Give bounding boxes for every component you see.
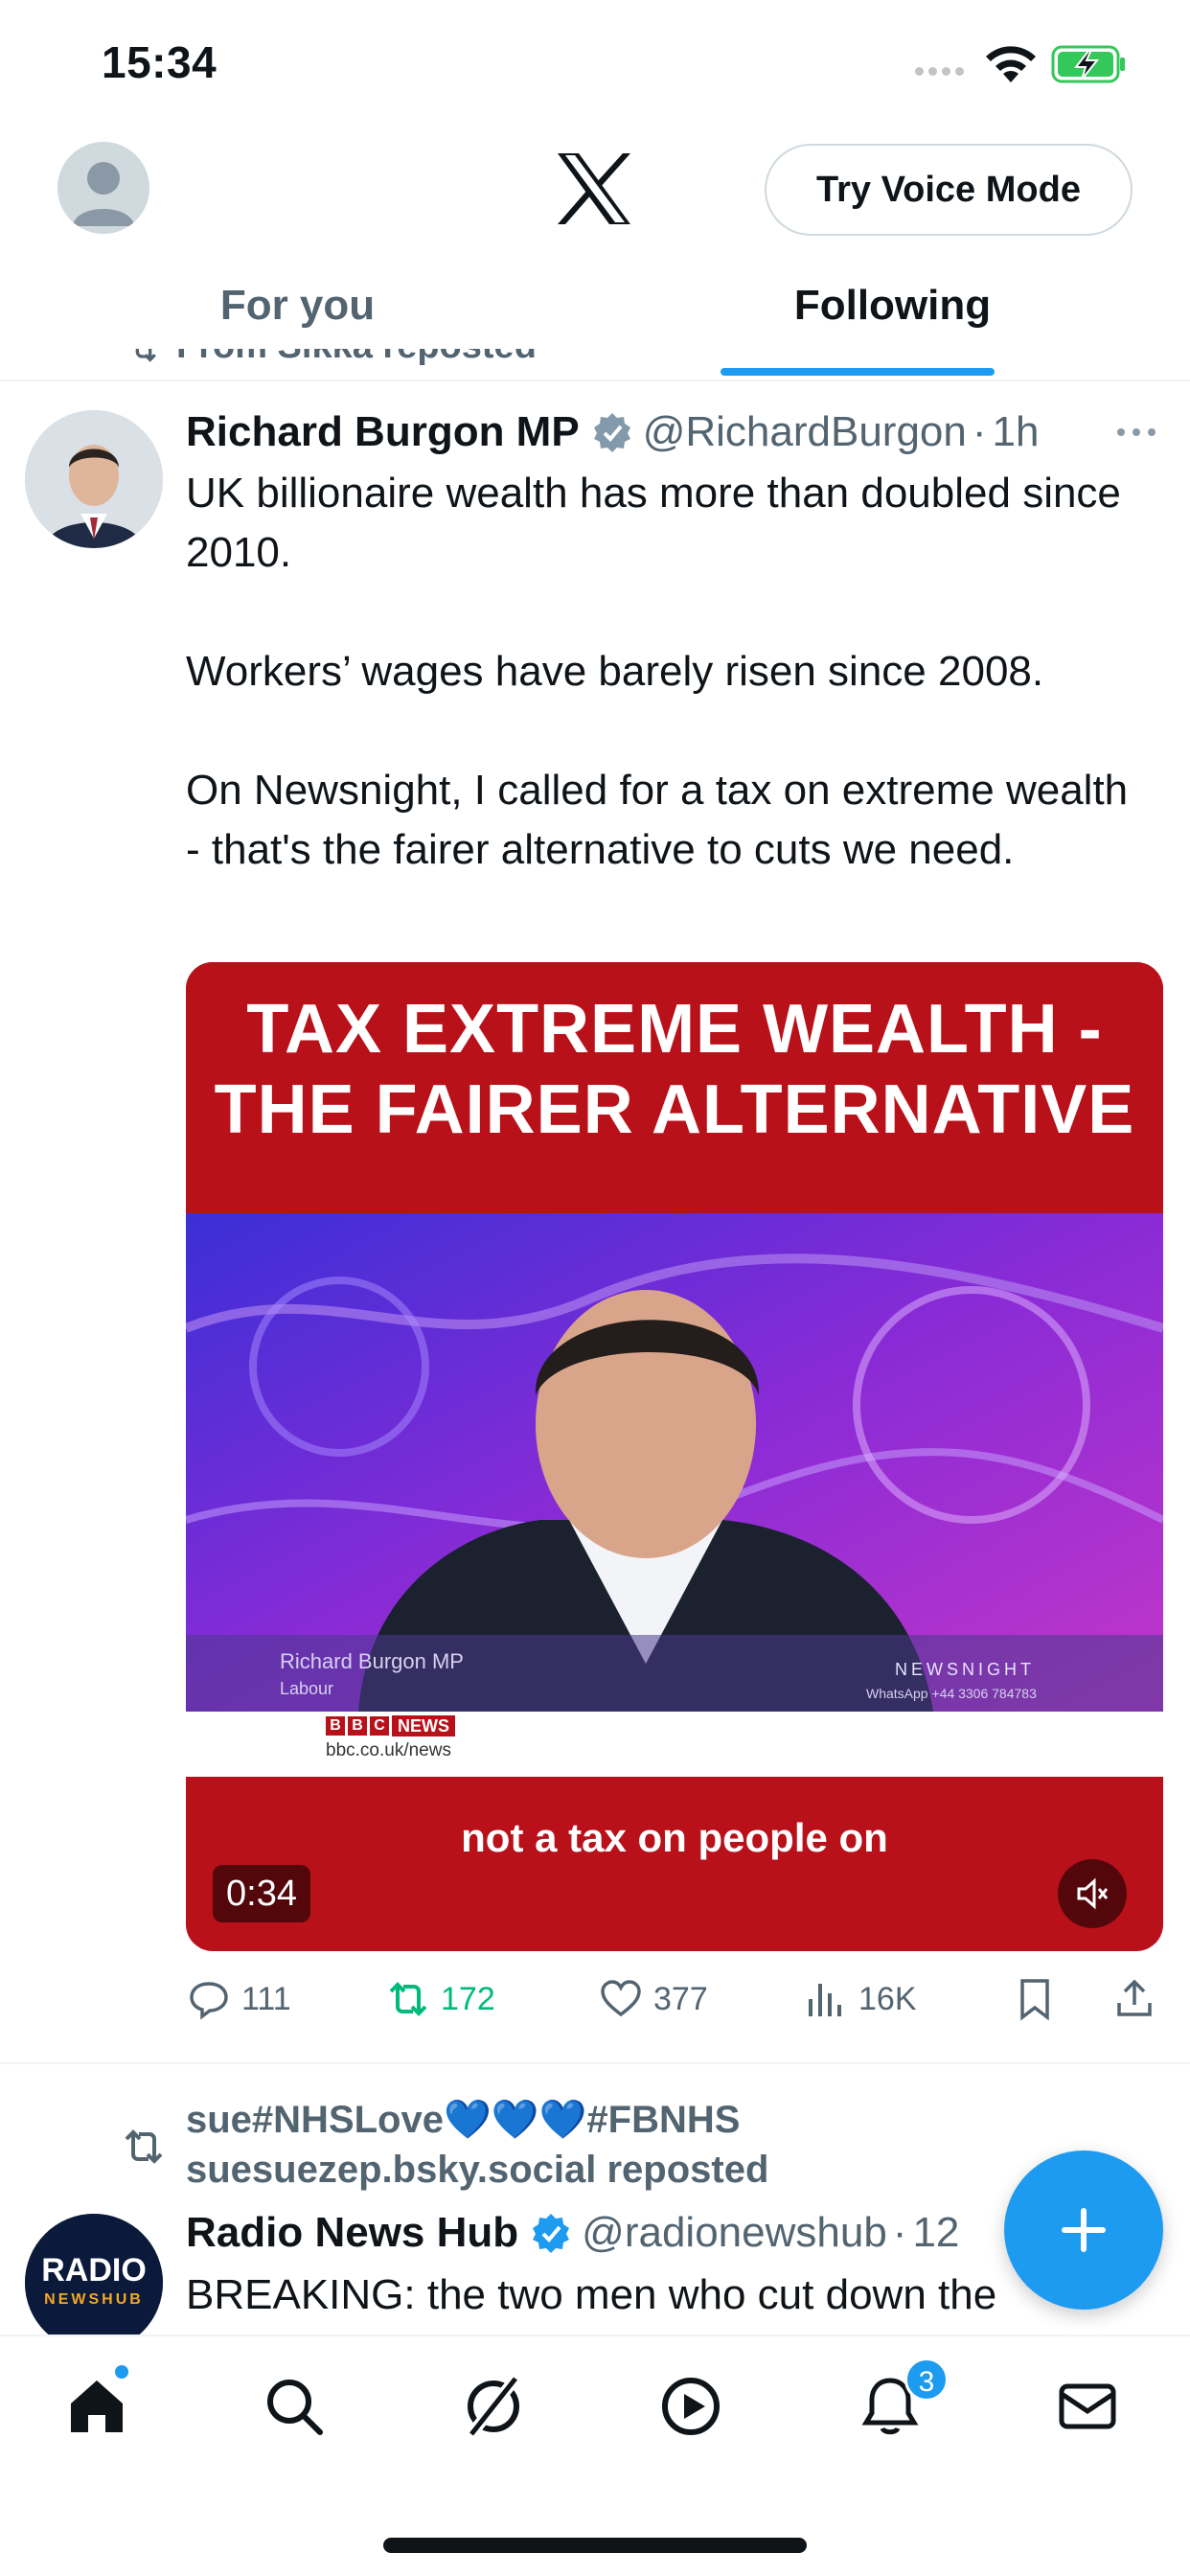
home-new-posts-dot	[113, 2363, 130, 2380]
repost-button[interactable]: 172	[385, 1970, 495, 2028]
repost-icon	[135, 349, 156, 362]
nav-search[interactable]	[261, 2373, 337, 2450]
notifications-badge: 3	[904, 2358, 949, 2402]
share-icon	[1117, 1979, 1152, 2016]
cellular-signal-icon	[915, 67, 964, 76]
plus-icon	[1062, 2208, 1106, 2252]
author-avatar[interactable]	[25, 410, 163, 548]
tweet-divider	[0, 2062, 1190, 2064]
views-chart-icon	[809, 1984, 841, 2016]
video-subtitle: not a tax on people on	[461, 1815, 888, 1860]
verified-badge-icon	[533, 2214, 570, 2253]
try-voice-mode-button[interactable]: Try Voice Mode	[765, 144, 1133, 236]
battery-charging-icon	[1051, 45, 1125, 83]
speaker-muted-icon	[1077, 1877, 1109, 1910]
tab-following-label: Following	[793, 282, 992, 329]
tweet-paragraph: On Newsnight, I called for a tax on extr…	[186, 767, 1129, 873]
author-name[interactable]: Radio News Hub	[186, 2209, 518, 2257]
tweet-header: Radio News Hub @radionewshub · 12	[186, 2206, 959, 2260]
bbc-news-strip: BBC NEWS bbc.co.uk/news	[186, 1712, 1163, 1777]
bookmark-button[interactable]	[1012, 1970, 1058, 2028]
reposter-name-tail: #FBNHS	[586, 2099, 741, 2141]
clipped-repost-context: From Sikka reposted	[125, 349, 537, 383]
tweet-paragraph: Workers’ wages have barely risen since 2…	[186, 648, 1044, 695]
tweet-paragraph: UK billionaire wealth has more than doub…	[186, 470, 1121, 576]
bookmark-icon	[1020, 1979, 1049, 2021]
profile-avatar[interactable]	[57, 142, 149, 234]
reposter-name-line: sue#NHSLove💙💙💙#FBNHS	[186, 2095, 768, 2145]
lower-third-party: Labour	[280, 1679, 333, 1698]
more-options-icon[interactable]	[1113, 418, 1159, 447]
mail-icon	[1059, 2383, 1116, 2429]
meta-separator: ·	[892, 2209, 907, 2256]
video-headline-line: TAX EXTREME WEALTH -	[246, 991, 1103, 1068]
avatar-text-bottom: NEWSHUB	[44, 2291, 144, 2308]
status-time: 15:34	[102, 37, 217, 87]
default-avatar-icon	[73, 162, 134, 226]
play-circle-icon	[662, 2378, 720, 2435]
bbc-logo: BBC NEWS	[326, 1715, 455, 1736]
tweet-header: Richard Burgon MP @RichardBurgon · 1h	[186, 406, 1039, 458]
reply-icon	[190, 1982, 228, 2020]
search-icon	[267, 2380, 323, 2435]
compose-button[interactable]	[1004, 2150, 1163, 2310]
view-count: 16K	[858, 1980, 917, 2017]
verified-badge-icon	[593, 413, 630, 452]
active-tab-indicator	[721, 368, 995, 376]
clipped-repost-text: From Sikka reposted	[176, 349, 537, 367]
nav-messages[interactable]	[1054, 2373, 1131, 2450]
author-photo	[25, 410, 163, 548]
video-duration: 0:34	[213, 1865, 310, 1922]
heart-icon	[601, 1980, 641, 2017]
video-headline: TAX EXTREME WEALTH - THE FAIRER ALTERNAT…	[186, 989, 1163, 1150]
tweet-body[interactable]: UK billionaire wealth has more than doub…	[186, 464, 1154, 880]
meta-separator: ·	[972, 408, 987, 455]
like-button[interactable]: 377	[598, 1970, 708, 2028]
share-button[interactable]	[1111, 1970, 1157, 2028]
author-handle[interactable]: @radionewshub	[582, 2209, 887, 2257]
mute-button[interactable]	[1058, 1859, 1127, 1928]
nav-home[interactable]	[63, 2373, 140, 2450]
views-button[interactable]: 16K	[803, 1970, 917, 2028]
blue-hearts: 💙💙💙	[443, 2099, 587, 2141]
tweet-time[interactable]: 12	[912, 2209, 959, 2257]
repost-count: 172	[441, 1980, 495, 2017]
tweet-time[interactable]: 1h	[993, 408, 1040, 456]
reply-count: 111	[241, 1980, 291, 2017]
tab-for-you-label: For you	[219, 282, 376, 329]
bbc-news-label: NEWS	[392, 1715, 455, 1736]
newsnight-logo: NEWSNIGHT	[895, 1660, 1035, 1679]
nav-video[interactable]	[657, 2373, 734, 2450]
video-headline-line: THE FAIRER ALTERNATIVE	[214, 1071, 1135, 1148]
author-name[interactable]: Richard Burgon MP	[186, 408, 580, 456]
radio-news-hub-avatar[interactable]: RADIO NEWSHUB	[25, 2214, 163, 2352]
app-screen: 15:34 Try Voice Mode For you Following R…	[0, 0, 1190, 2576]
grok-icon	[467, 2375, 520, 2438]
timeline-header: Try Voice Mode For you Following	[0, 134, 1190, 383]
bbc-url: bbc.co.uk/news	[326, 1740, 451, 1760]
reply-button[interactable]: 111	[186, 1970, 291, 2028]
like-count: 377	[653, 1980, 708, 2017]
home-indicator[interactable]	[383, 2538, 807, 2553]
home-icon	[71, 2380, 123, 2432]
video-frame: Richard Burgon MP Labour NEWSNIGHT Whats…	[186, 1213, 1163, 1712]
tweet-actions: 111 172 377 16K	[186, 1970, 1163, 2028]
whatsapp-number: WhatsApp +44 3306 784783	[866, 1686, 1037, 1701]
radio-news-hub-logo: RADIO NEWSHUB	[25, 2214, 163, 2352]
repost-context[interactable]: sue#NHSLove💙💙💙#FBNHS suesuezep.bsky.soci…	[186, 2095, 768, 2195]
author-handle[interactable]: @RichardBurgon	[643, 408, 967, 456]
status-bar: 15:34	[0, 0, 1190, 134]
tab-following[interactable]: Following	[595, 278, 1190, 426]
avatar-text-top: RADIO	[41, 2252, 147, 2288]
video-player[interactable]: TAX EXTREME WEALTH - THE FAIRER ALTERNAT…	[186, 962, 1163, 1951]
nav-grok[interactable]	[460, 2373, 537, 2450]
reposter-handle-line: suesuezep.bsky.social reposted	[186, 2149, 769, 2191]
repost-icon	[389, 1982, 427, 2016]
wifi-icon	[986, 46, 1036, 82]
reposter-name: sue#NHSLove	[186, 2099, 444, 2141]
repost-context-icon	[125, 2129, 163, 2164]
lower-third-name: Richard Burgon MP	[280, 1649, 464, 1673]
x-logo-icon[interactable]	[554, 151, 634, 226]
